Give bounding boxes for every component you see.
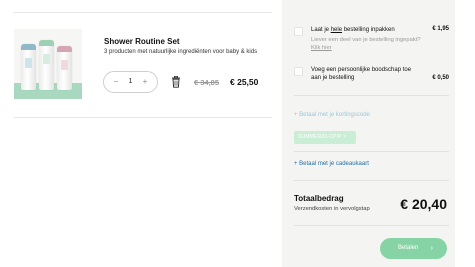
tube-conditioner [57, 46, 72, 90]
discount-code-link[interactable]: + Betaal met je kortingscode [294, 112, 370, 118]
gift-card-link[interactable]: + Betaal met je cadeaukaart [294, 161, 369, 167]
personal-message-title: Voeg een persoonlijke boodschap toe aan … [311, 67, 412, 81]
product-image[interactable] [14, 29, 82, 99]
pay-button[interactable]: Betalen › [380, 238, 447, 259]
product-title[interactable]: Shower Routine Set [104, 37, 180, 46]
chevron-right-icon: › [430, 245, 433, 252]
shipping-note: Verzendkosten in vervolgstap [294, 206, 370, 212]
personal-message-option: Voeg een persoonlijke boodschap toe aan … [294, 66, 449, 86]
quantity-increase-button[interactable]: + [140, 77, 150, 86]
gift-wrap-checkbox[interactable] [294, 27, 303, 36]
gift-wrap-subtitle: Liever een deel van je bestelling ingepa… [311, 37, 421, 51]
pay-button-label: Betalen [398, 245, 419, 251]
gift-wrap-option: Laat je hele bestelling inpakken Liever … [294, 26, 449, 54]
tube-bodywash [39, 40, 54, 90]
gift-wrap-title: Laat je hele bestelling inpakken [311, 27, 395, 33]
cart-items: Shower Routine Set 3 producten met natuu… [0, 0, 272, 267]
divider [294, 180, 449, 181]
total-amount: € 20,40 [400, 196, 447, 212]
personal-message-price: € 0,50 [432, 75, 449, 81]
trash-icon[interactable] [171, 76, 181, 88]
current-price: € 25,50 [230, 77, 259, 87]
personal-message-checkbox[interactable] [294, 67, 303, 76]
tube-shampoo [21, 44, 36, 90]
divider [14, 117, 272, 118]
quantity-stepper: − 1 + [103, 71, 158, 93]
divider [294, 95, 449, 96]
applied-discount-code[interactable]: SUMMER20-CPIP × [294, 131, 356, 144]
divider [14, 12, 272, 13]
total-label: Totaalbedrag [294, 194, 344, 203]
gift-wrap-price: € 1,95 [432, 26, 449, 32]
gift-wrap-partial-link[interactable]: Klik hier [311, 45, 332, 51]
order-summary: Laat je hele bestelling inpakken Liever … [282, 0, 455, 267]
divider [294, 225, 449, 226]
original-price: € 34,85 [194, 78, 220, 87]
divider [294, 151, 449, 152]
product-description: 3 producten met natuurlijke ingrediënten… [104, 49, 258, 55]
